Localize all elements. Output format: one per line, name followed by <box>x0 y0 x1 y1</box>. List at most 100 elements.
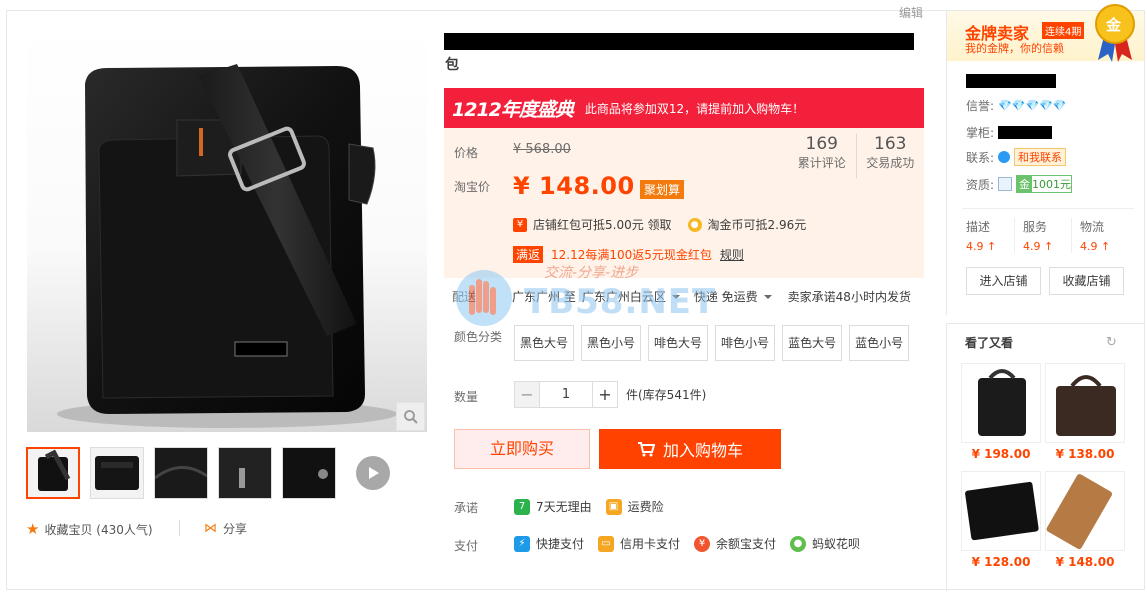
rating-service: 服务 4.9 ↑ <box>1014 218 1071 253</box>
recommend-image <box>961 471 1041 551</box>
thumb-detail-icon <box>283 448 335 498</box>
contact-row: 联系: 和我联系 <box>966 148 1067 166</box>
pay-label: 支付 <box>454 539 479 553</box>
sku-option[interactable]: 黑色大号 <box>514 325 575 361</box>
share-icon: ⋈ <box>204 521 217 536</box>
divider <box>962 208 1134 209</box>
deposit-badge[interactable]: 金 1001元 <box>1016 175 1073 193</box>
stat-number: 169 <box>805 134 838 154</box>
recommend-price: ¥ 128.00 <box>971 555 1031 569</box>
thumbnail-5[interactable] <box>282 447 336 499</box>
juhuasuan-tag[interactable]: 聚划算 <box>640 180 685 199</box>
promo-banner[interactable]: 1212年度盛典 此商品将参加双12，请提前加入购物车！ <box>444 88 924 128</box>
zoom-button[interactable] <box>396 402 425 431</box>
recommend-image <box>1045 471 1125 551</box>
seven-day-icon: 7 <box>514 498 530 515</box>
recommend-image <box>961 363 1041 443</box>
stat-label: 累计评论 <box>797 156 846 170</box>
sku-option[interactable]: 蓝色小号 <box>849 325 910 361</box>
thumbnail-1[interactable] <box>26 447 80 499</box>
quantity-stepper: − 1 + 件(库存541件) <box>514 381 706 408</box>
recommend-item[interactable]: ¥ 138.00 <box>1045 363 1125 461</box>
shop-buttons: 进入店铺 收藏店铺 <box>966 267 1124 295</box>
recommend-item[interactable]: ¥ 148.00 <box>1045 471 1125 569</box>
payment-item[interactable]: ⚡ 快捷支付 <box>514 535 584 552</box>
rating-logistics: 物流 4.9 ↑ <box>1071 218 1128 253</box>
reputation-row: 信誉: 💎💎💎💎💎 <box>966 97 1067 114</box>
delivery-label: 配送 <box>452 290 477 304</box>
enter-shop-button[interactable]: 进入店铺 <box>966 267 1041 295</box>
play-video-button[interactable] <box>356 456 390 490</box>
yuebao-icon: ¥ <box>694 535 711 552</box>
thumbnail-2[interactable] <box>90 447 144 499</box>
payment-item[interactable]: ● 蚂蚁花呗 <box>790 535 860 552</box>
seller-name-redacted[interactable] <box>966 74 1056 88</box>
thumbnail-3[interactable] <box>154 447 208 499</box>
coupon-row: ¥ 店铺红包可抵5.00元 领取 ● 淘金币可抵2.96元 <box>513 216 806 233</box>
sku-options: 黑色大号 黑色小号 啡色大号 啡色小号 蓝色大号 蓝色小号 <box>514 325 910 361</box>
thumbnail-strip <box>26 447 390 499</box>
increase-button[interactable]: + <box>592 381 618 408</box>
delivery-method-select[interactable]: 快递 免运费 <box>694 288 778 305</box>
delivery-to-select[interactable]: 广东广州白云区 <box>582 288 686 305</box>
delivery-to: 广东广州白云区 <box>581 290 666 304</box>
rating-value: 4.9 ↑ <box>1080 240 1111 253</box>
keeper-label: 掌柜: <box>966 126 995 140</box>
share-link[interactable]: ⋈ 分享 <box>204 520 247 537</box>
id-card-icon[interactable] <box>998 177 1013 191</box>
original-price: ¥ 568.00 <box>513 142 571 157</box>
delivery-row: 配送 广东广州 至 广东广州白云区 快递 免运费 卖家承诺48小时内发货 <box>452 288 922 305</box>
rating-value: 4.9 ↑ <box>1023 240 1054 253</box>
payment-text: 信用卡支付 <box>620 537 681 551</box>
collect-item-link[interactable]: ★ 收藏宝贝 (430人气) <box>26 520 153 538</box>
star-icon: ★ <box>26 520 40 538</box>
product-title-redacted <box>444 33 914 50</box>
recommend-image <box>1045 363 1125 443</box>
sku-option[interactable]: 啡色小号 <box>715 325 776 361</box>
thumbnail-4[interactable] <box>218 447 272 499</box>
recommend-price: ¥ 148.00 <box>1055 555 1115 569</box>
recommend-item[interactable]: ¥ 198.00 <box>961 363 1041 461</box>
delivery-method: 快递 免运费 <box>693 290 758 304</box>
quantity-label: 数量 <box>454 390 479 404</box>
payment-item[interactable]: ▭ 信用卡支付 <box>598 535 680 552</box>
add-to-cart-button[interactable]: 加入购物车 <box>599 429 781 469</box>
payment-text: 余额宝支付 <box>716 537 777 551</box>
promise-item[interactable]: ▣ 运费险 <box>605 498 664 515</box>
sku-option[interactable]: 啡色大号 <box>648 325 709 361</box>
gold-seller-subtitle: 我的金牌，你的信赖 <box>965 42 1064 55</box>
sku-option[interactable]: 黑色小号 <box>581 325 642 361</box>
main-product-image[interactable] <box>27 24 427 432</box>
keeper-name-redacted[interactable] <box>998 126 1053 139</box>
collect-shop-button[interactable]: 收藏店铺 <box>1049 267 1124 295</box>
promise-list: 7 7天无理由 ▣ 运费险 <box>514 498 664 515</box>
payment-item[interactable]: ¥ 余额宝支付 <box>694 535 776 552</box>
promise-label: 承诺 <box>454 501 479 515</box>
contact-button[interactable]: 和我联系 <box>1014 148 1067 166</box>
deposit-text: 1001元 <box>1032 178 1072 191</box>
coupon-icon: ¥ <box>513 217 527 232</box>
stat-reviews[interactable]: 169 累计评论 <box>788 134 856 178</box>
promo-rule-link[interactable]: 规则 <box>720 246 744 263</box>
cart-icon <box>637 442 655 457</box>
promise-item[interactable]: 7 7天无理由 <box>514 498 592 515</box>
taobao-price: ¥ 148.00 <box>513 172 635 200</box>
stat-transactions[interactable]: 163 交易成功 <box>855 134 925 178</box>
recommend-item[interactable]: ¥ 128.00 <box>961 471 1041 569</box>
contact-label: 联系: <box>966 150 995 165</box>
collect-label: 收藏宝贝 (430人气) <box>44 522 153 537</box>
coupon-text[interactable]: 店铺红包可抵5.00元 领取 <box>533 216 672 233</box>
credit-card-icon: ▭ <box>598 535 615 552</box>
decrease-button[interactable]: − <box>514 381 540 408</box>
bag-illustration <box>57 64 397 428</box>
wangwang-icon <box>998 151 1011 163</box>
buy-now-button[interactable]: 立即购买 <box>454 429 590 469</box>
taobao-price-label: 淘宝价 <box>454 180 491 194</box>
edit-link[interactable]: 编辑 <box>899 4 923 21</box>
price-label: 价格 <box>454 146 479 160</box>
sku-option[interactable]: 蓝色大号 <box>782 325 843 361</box>
gold-seller-badge: 连续4期 <box>1042 22 1085 39</box>
refresh-icon[interactable]: ↻ <box>1106 335 1117 350</box>
quantity-input[interactable]: 1 <box>540 381 592 408</box>
promise-text: 运费险 <box>627 500 664 514</box>
